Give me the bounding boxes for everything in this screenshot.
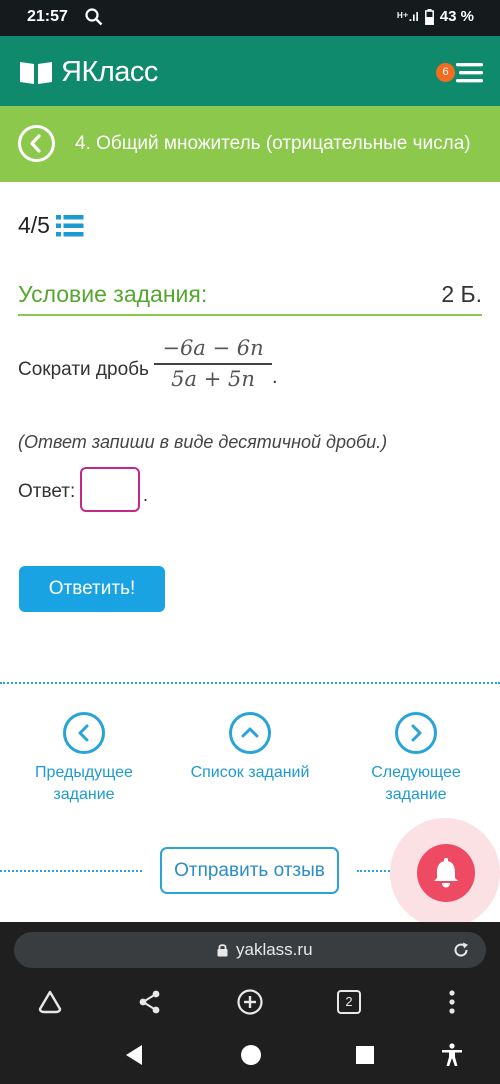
chevron-up-icon bbox=[241, 727, 259, 738]
back-button[interactable] bbox=[18, 125, 55, 162]
next-label-line1: Следующее bbox=[371, 764, 461, 781]
feedback-divider-left bbox=[0, 870, 142, 872]
answer-input[interactable] bbox=[80, 467, 140, 512]
prev-task-link[interactable]: Предыдущее задание bbox=[19, 712, 149, 806]
battery-level: 43 % bbox=[439, 8, 474, 25]
list-icon[interactable] bbox=[55, 214, 84, 238]
answer-label: Ответ: bbox=[18, 481, 76, 502]
tabs-icon[interactable]: 2 bbox=[337, 990, 361, 1014]
prev-label-line1: Предыдущее bbox=[35, 764, 133, 781]
address-bar[interactable]: yaklass.ru bbox=[14, 932, 486, 968]
fraction-line bbox=[154, 363, 272, 365]
status-indicators: ᴴ⁺.ıl 43 % bbox=[397, 8, 474, 25]
fraction: −6a − 6n 5a + 5n bbox=[154, 336, 272, 391]
prev-label-line2: задание bbox=[53, 786, 115, 803]
back-nav-icon[interactable] bbox=[124, 1044, 144, 1066]
battery-icon bbox=[424, 8, 434, 25]
notification-badge[interactable]: 6 bbox=[436, 63, 455, 82]
more-icon[interactable] bbox=[438, 988, 466, 1016]
share-icon[interactable] bbox=[136, 988, 164, 1016]
task-progress: 4/5 bbox=[18, 212, 84, 239]
add-icon[interactable] bbox=[236, 988, 264, 1016]
next-task-link[interactable]: Следующее задание bbox=[351, 712, 481, 806]
submit-button[interactable]: Ответить! bbox=[19, 566, 165, 612]
divider bbox=[0, 682, 500, 684]
bell-button[interactable] bbox=[417, 844, 475, 902]
url-text: yaklass.ru bbox=[236, 940, 313, 959]
reload-icon[interactable] bbox=[452, 941, 470, 959]
home-icon[interactable] bbox=[36, 988, 64, 1016]
condition-title: Условие задания: bbox=[18, 281, 208, 307]
back-arrow-icon bbox=[30, 134, 41, 153]
task-text: Сократи дробь bbox=[18, 359, 149, 380]
logo[interactable]: ЯКласс bbox=[19, 56, 158, 89]
accessibility-icon[interactable] bbox=[441, 1043, 463, 1067]
condition-header: Условие задания: 2 Б. bbox=[18, 281, 482, 316]
next-circle bbox=[395, 712, 437, 754]
lock-icon bbox=[217, 944, 228, 957]
condition-points: 2 Б. bbox=[441, 281, 482, 307]
fraction-numerator: −6a − 6n bbox=[162, 336, 264, 360]
topic-title: 4. Общий множитель (отрицательные числа) bbox=[75, 133, 471, 154]
topic-bar: 4. Общий множитель (отрицательные числа) bbox=[0, 106, 500, 182]
answer-hint: (Ответ запиши в виде десятичной дроби.) bbox=[18, 432, 388, 452]
status-time: 21:57 bbox=[27, 8, 68, 25]
app-header: ЯКласс 6 bbox=[0, 36, 500, 106]
book-logo-icon bbox=[20, 61, 52, 84]
next-label-line2: задание bbox=[385, 786, 447, 803]
chevron-right-icon bbox=[411, 724, 422, 742]
logo-text: ЯКласс bbox=[61, 56, 158, 88]
home-nav-icon[interactable] bbox=[240, 1044, 262, 1066]
search-icon bbox=[85, 8, 103, 26]
progress-text: 4/5 bbox=[18, 212, 50, 238]
prev-circle bbox=[63, 712, 105, 754]
chevron-left-icon bbox=[78, 724, 89, 742]
answer-period: . bbox=[143, 485, 149, 505]
signal-indicator: ᴴ⁺.ıl bbox=[397, 9, 419, 24]
status-bar: 21:57 ᴴ⁺.ıl 43 % bbox=[0, 0, 500, 36]
feedback-button[interactable]: Отправить отзыв bbox=[160, 847, 339, 894]
task-statement: Сократи дробь −6a − 6n 5a + 5n . bbox=[18, 336, 478, 402]
list-label: Список заданий bbox=[190, 764, 310, 781]
screen: 21:57 ᴴ⁺.ıl 43 % ЯКласс 6 4. Общий множи… bbox=[0, 0, 500, 1084]
fraction-denominator: 5a + 5n bbox=[171, 366, 255, 391]
recents-nav-icon[interactable] bbox=[356, 1046, 374, 1064]
task-period: . bbox=[272, 366, 278, 388]
task-list-link[interactable]: Список заданий bbox=[185, 712, 315, 784]
bell-icon bbox=[434, 858, 458, 888]
list-circle bbox=[229, 712, 271, 754]
